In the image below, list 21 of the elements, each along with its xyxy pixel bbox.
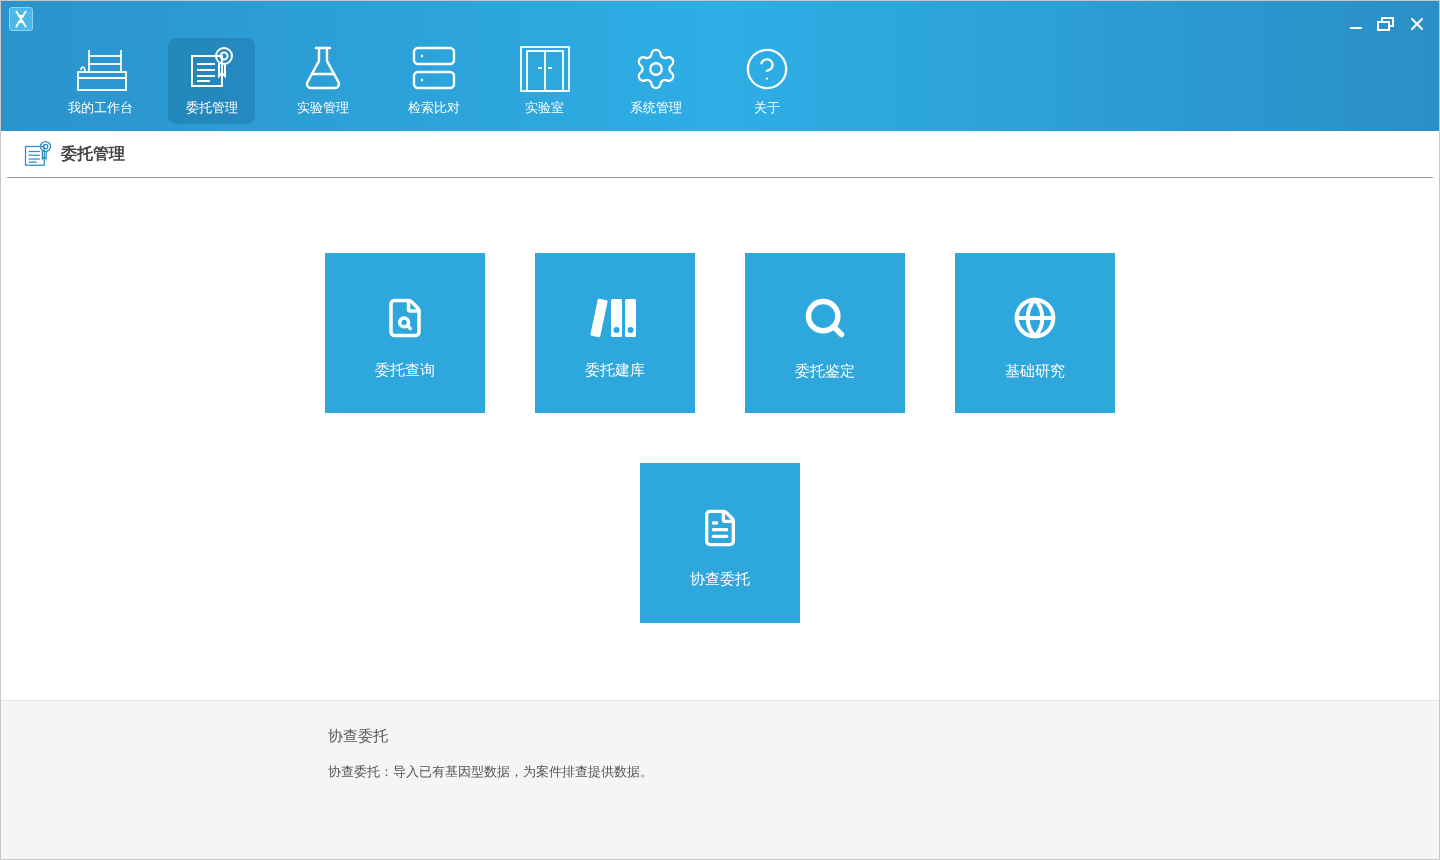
double-door-icon xyxy=(519,45,570,92)
nav-tab[interactable]: 关于 xyxy=(723,38,810,124)
restore-icon[interactable] xyxy=(1377,16,1395,32)
desk-icon xyxy=(74,47,127,92)
module-tile[interactable]: 协查委托 xyxy=(640,463,800,623)
globe-icon xyxy=(1013,295,1057,340)
app-logo-icon xyxy=(9,7,33,31)
module-tile[interactable]: 委托鉴定 xyxy=(745,253,905,413)
page-title: 委托管理 xyxy=(61,143,125,165)
nav-tab[interactable]: 委托管理 xyxy=(168,38,255,124)
nav-tab[interactable]: 我的工作台 xyxy=(57,38,144,124)
certificate-icon xyxy=(23,139,53,169)
nav-tab[interactable]: 实验室 xyxy=(501,38,588,124)
nav-tab[interactable]: 系统管理 xyxy=(612,38,699,124)
module-tile[interactable]: 基础研究 xyxy=(955,253,1115,413)
nav-tab[interactable]: 实验管理 xyxy=(279,38,366,124)
info-title: 协查委托 xyxy=(328,726,389,747)
module-tile[interactable]: 委托建库 xyxy=(535,253,695,413)
module-tile[interactable]: 委托查询 xyxy=(325,253,485,413)
nav-tab[interactable]: 检索比对 xyxy=(390,38,477,124)
info-description: 协查委托：导入已有基因型数据，为案件排查提供数据。 xyxy=(328,762,654,781)
